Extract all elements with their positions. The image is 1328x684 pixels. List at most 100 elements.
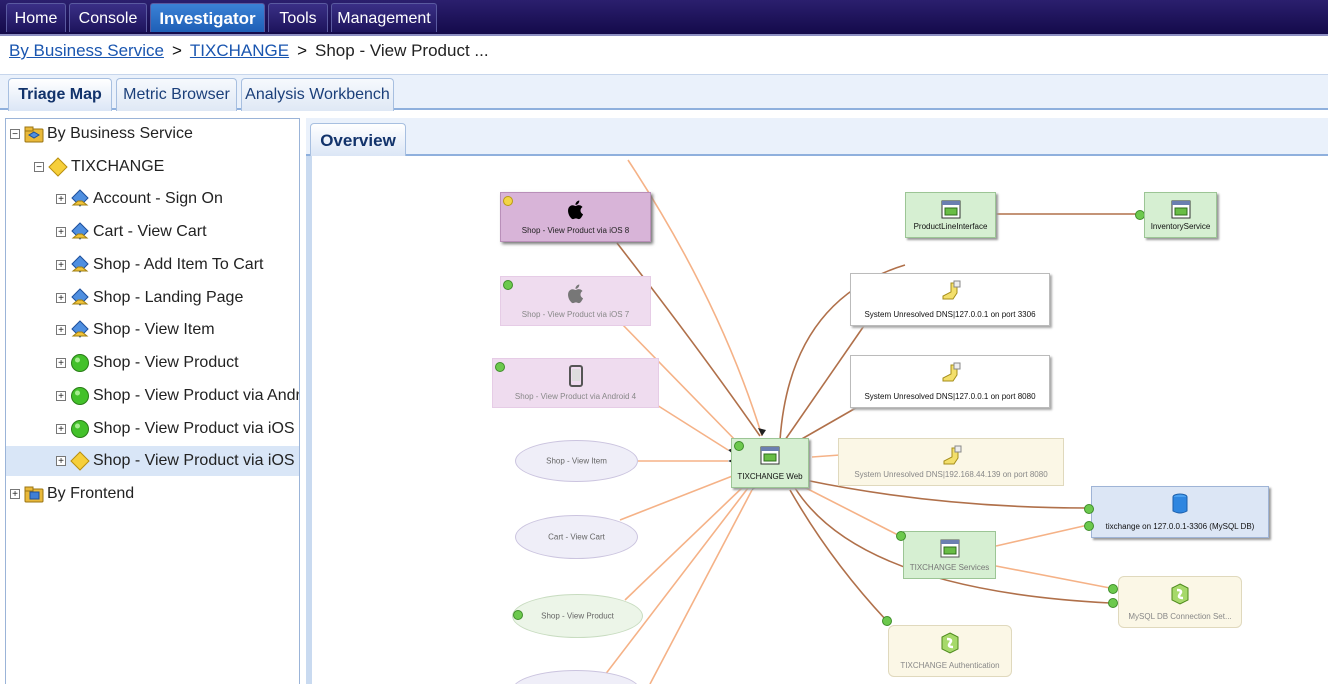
tree-label: Shop - View Product: [93, 354, 239, 371]
tree-label: Account - Sign On: [93, 190, 223, 207]
status-dot-green: [1084, 504, 1094, 514]
node-inventory-service[interactable]: InventoryService: [1144, 192, 1217, 238]
expand-toggle[interactable]: +: [56, 193, 66, 204]
web-app-icon: [758, 444, 782, 468]
tab-analysis-workbench[interactable]: Analysis Workbench: [241, 78, 394, 111]
node-shop-view-item[interactable]: Shop - View Item: [515, 440, 638, 482]
expand-toggle[interactable]: +: [56, 259, 66, 270]
nav-tab-investigator[interactable]: Investigator: [150, 3, 265, 32]
transaction-icon: [70, 222, 90, 242]
tree-label: Shop - View Item: [93, 321, 215, 338]
tree-item-shop-add-item-to-cart[interactable]: + Shop - Add Item To Cart: [56, 250, 299, 280]
node-mysql-db[interactable]: tixchange on 127.0.0.1-3306 (MySQL DB): [1091, 486, 1269, 538]
connection-pool-icon: [938, 631, 962, 655]
node-label: TIXCHANGE Services: [909, 563, 990, 572]
tree-label: Cart - View Cart: [93, 223, 207, 240]
tree-label: TIXCHANGE: [71, 158, 165, 175]
node-shop-view-product-android4[interactable]: Shop - View Product via Android 4: [492, 358, 659, 408]
node-label: MySQL DB Connection Set...: [1128, 612, 1232, 621]
green-status-icon: [70, 419, 90, 439]
node-shop-view-product-ios7[interactable]: Shop - View Product via iOS 7: [500, 276, 651, 326]
collapse-toggle[interactable]: −: [34, 161, 44, 172]
node-label: System Unresolved DNS|127.0.0.1 on port …: [864, 310, 1036, 319]
node-dns-127-3306[interactable]: System Unresolved DNS|127.0.0.1 on port …: [850, 273, 1050, 326]
status-dot-green: [1084, 521, 1094, 531]
tree-node-by-business-service[interactable]: − By Business Service: [10, 119, 299, 149]
expand-toggle[interactable]: +: [56, 324, 66, 335]
node-tixchange-services[interactable]: TIXCHANGE Services: [903, 531, 996, 579]
node-label: tixchange on 127.0.0.1-3306 (MySQL DB): [1105, 522, 1255, 531]
node-label: Shop - View Product: [541, 611, 614, 621]
breadcrumb: By Business Service > TIXCHANGE > Shop - Vie…: [9, 40, 489, 62]
tree-item-shop-view-product-ios7[interactable]: + Shop - View Product via iOS 7: [56, 414, 299, 444]
tree-item-shop-view-product[interactable]: + Shop - View Product: [56, 348, 299, 378]
tree-item-shop-view-item[interactable]: + Shop - View Item: [56, 315, 299, 345]
status-dot-green: [734, 441, 744, 451]
triage-map-canvas[interactable]: Shop - View Product via iOS 8 Shop - Vie…: [306, 156, 1328, 684]
expand-toggle[interactable]: +: [56, 423, 66, 434]
node-label: TIXCHANGE Authentication: [900, 661, 1000, 670]
tree-item-account-sign-on[interactable]: + Account - Sign On: [56, 184, 299, 214]
breadcrumb-by-business-service[interactable]: By Business Service: [9, 41, 164, 60]
nav-tab-tools[interactable]: Tools: [268, 3, 328, 32]
expand-toggle[interactable]: +: [56, 455, 66, 466]
tree-label: Shop - View Product via Android 4: [93, 387, 299, 404]
nav-tab-management[interactable]: Management: [331, 3, 437, 32]
view-tab-bar: Triage Map Metric Browser Analysis Workb…: [0, 74, 1328, 111]
node-label: System Unresolved DNS|127.0.0.1 on port …: [864, 392, 1036, 401]
breadcrumb-tixchange[interactable]: TIXCHANGE: [190, 41, 289, 60]
expand-toggle[interactable]: +: [56, 226, 66, 237]
tree-label: Shop - Add Item To Cart: [93, 256, 264, 273]
transaction-icon: [70, 189, 90, 209]
node-tixchange-authentication[interactable]: TIXCHANGE Authentication: [888, 625, 1012, 677]
breadcrumb-separator: >: [297, 41, 308, 60]
node-label: Shop - View Item: [546, 456, 607, 466]
node-label: TIXCHANGE Web: [737, 472, 803, 481]
tree-label: By Frontend: [47, 485, 135, 502]
status-dot-green: [495, 362, 505, 372]
tab-triage-map[interactable]: Triage Map: [8, 78, 112, 111]
tree-label: Shop - Landing Page: [93, 289, 244, 306]
database-icon: [1168, 492, 1192, 516]
green-status-icon: [70, 353, 90, 373]
node-label: Shop - View Product via Android 4: [514, 392, 637, 401]
expand-toggle[interactable]: +: [10, 488, 20, 499]
tab-overview[interactable]: Overview: [310, 123, 406, 156]
node-product-line-interface[interactable]: ProductLineInterface: [905, 192, 996, 238]
frontend-folder-icon: [24, 484, 44, 504]
node-mysql-connection-set[interactable]: MySQL DB Connection Set...: [1118, 576, 1242, 628]
node-shop-view-product[interactable]: Shop - View Product: [512, 594, 643, 638]
tree-item-cart-view-cart[interactable]: + Cart - View Cart: [56, 217, 299, 247]
node-label: Shop - View Product via iOS 7: [521, 310, 630, 319]
web-app-icon: [1169, 198, 1193, 222]
status-dot-green: [896, 531, 906, 541]
map-layer: Shop - View Product via iOS 8 Shop - Vie…: [312, 156, 1328, 684]
apple-icon: [564, 282, 588, 306]
tree-item-shop-view-product-android[interactable]: + Shop - View Product via Android 4: [56, 381, 299, 411]
status-dot-yellow: [503, 196, 513, 206]
node-shop-view-product-ios8[interactable]: Shop - View Product via iOS 8: [500, 192, 651, 242]
expand-toggle[interactable]: +: [56, 357, 66, 368]
nav-tab-console[interactable]: Console: [69, 3, 147, 32]
edge: [995, 524, 1089, 547]
tab-metric-browser[interactable]: Metric Browser: [116, 78, 237, 111]
web-app-icon: [939, 198, 963, 222]
node-cart-view-cart[interactable]: Cart - View Cart: [515, 515, 638, 559]
expand-toggle[interactable]: +: [56, 390, 66, 401]
node-dns-127-8080[interactable]: System Unresolved DNS|127.0.0.1 on port …: [850, 355, 1050, 408]
expand-toggle[interactable]: +: [56, 292, 66, 303]
collapse-toggle[interactable]: −: [10, 128, 20, 139]
tree-node-by-frontend[interactable]: + By Frontend: [10, 479, 299, 509]
nav-tab-home[interactable]: Home: [6, 3, 66, 32]
tree-label: Shop - View Product via iOS 8: [93, 452, 300, 469]
node-dns-192-8080[interactable]: System Unresolved DNS|192.168.44.139 on …: [838, 438, 1064, 486]
business-service-folder-icon: [24, 124, 44, 144]
edge: [995, 565, 1111, 589]
tree-item-shop-landing-page[interactable]: + Shop - Landing Page: [56, 283, 299, 313]
tree-node-tixchange[interactable]: − TIXCHANGE: [34, 152, 299, 182]
status-dot-green: [513, 610, 523, 620]
tree-label: By Business Service: [47, 125, 193, 142]
tree-item-shop-view-product-ios8[interactable]: + Shop - View Product via iOS 8: [6, 446, 300, 476]
connection-pool-icon: [1168, 582, 1192, 606]
status-dot-green: [1108, 584, 1118, 594]
